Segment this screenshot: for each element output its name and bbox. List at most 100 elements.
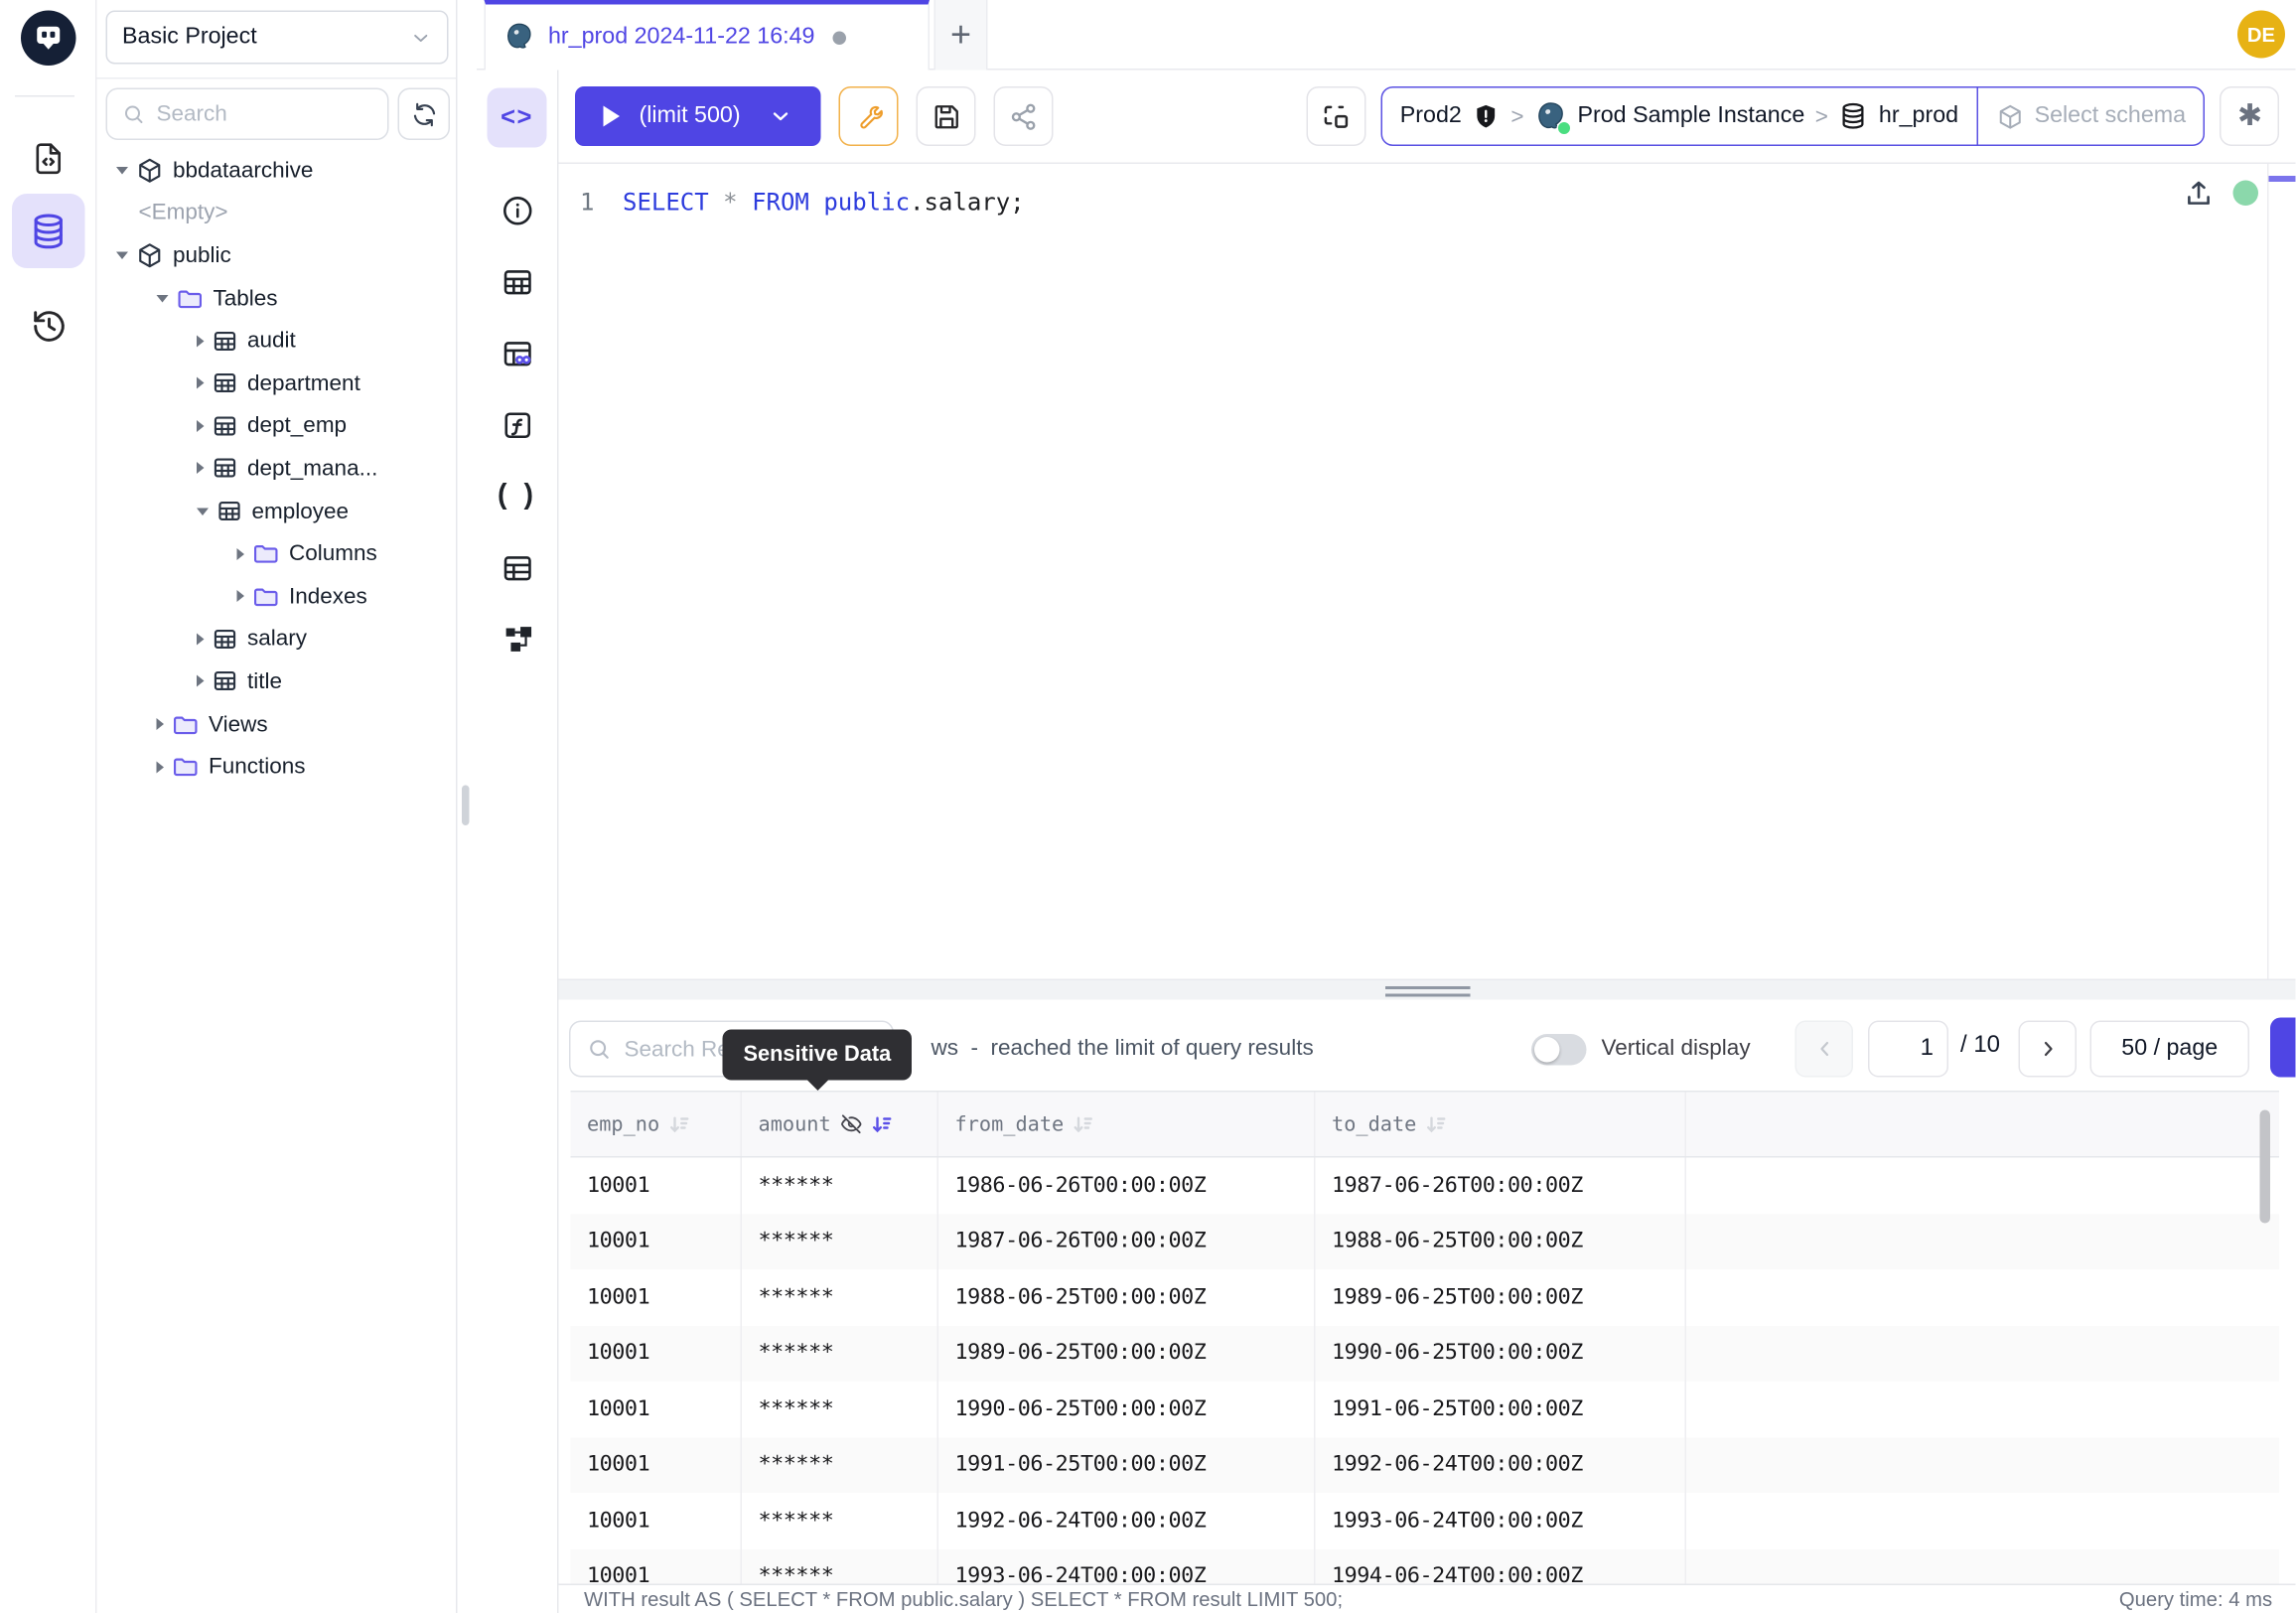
table-row[interactable]: 10001******1992-06-24T00:00:00Z1993-06-2… — [571, 1493, 2280, 1548]
cell-empty[interactable] — [1686, 1382, 2279, 1437]
caret-right-icon[interactable] — [197, 675, 205, 687]
cell-to_date[interactable]: 1990-06-25T00:00:00Z — [1316, 1325, 1687, 1381]
sql-editor[interactable]: 1 SELECT * FROM public.salary; — [559, 164, 2296, 979]
table-row[interactable]: 10001******1989-06-25T00:00:00Z1990-06-2… — [571, 1325, 2280, 1381]
tree-item-tables[interactable]: Tables — [97, 277, 457, 320]
tree-item-bbdataarchive[interactable]: bbdataarchive — [97, 149, 457, 192]
cell-empty[interactable] — [1686, 1325, 2279, 1381]
tree-item-dept-mana[interactable]: dept_mana... — [97, 447, 457, 490]
run-options-chevron-icon[interactable] — [769, 104, 792, 128]
sort-icon[interactable] — [1073, 1113, 1093, 1134]
cell-from_date[interactable]: 1990-06-25T00:00:00Z — [938, 1382, 1316, 1437]
cell-from_date[interactable]: 1989-06-25T00:00:00Z — [938, 1325, 1316, 1381]
cell-amount[interactable]: ****** — [742, 1269, 938, 1325]
column-header-emp_no[interactable]: emp_no — [571, 1093, 743, 1157]
caret-right-icon[interactable] — [197, 633, 205, 645]
cell-to_date[interactable]: 1993-06-24T00:00:00Z — [1316, 1493, 1687, 1548]
sidebar-search[interactable] — [106, 88, 389, 141]
page-number-input[interactable]: 1 — [1868, 1021, 1948, 1078]
sort-icon[interactable] — [871, 1113, 892, 1134]
schema-diagram-panel-button[interactable] — [488, 604, 547, 675]
cell-to_date[interactable]: 1988-06-25T00:00:00Z — [1316, 1214, 1687, 1269]
cell-emp_no[interactable]: 10001 — [571, 1158, 743, 1214]
cell-amount[interactable]: ****** — [742, 1214, 938, 1269]
caret-right-icon[interactable] — [197, 335, 205, 347]
save-sheet-button[interactable] — [917, 86, 976, 146]
refresh-schema-button[interactable] — [398, 88, 451, 141]
page-size-select[interactable]: 50 / page — [2090, 1021, 2250, 1078]
tree-item-dept-emp[interactable]: dept_emp — [97, 404, 457, 447]
schema-select[interactable]: Select schema — [1976, 88, 2204, 145]
tree-item-empty[interactable]: <Empty> — [97, 192, 457, 234]
tables-panel-button[interactable] — [488, 246, 547, 318]
cell-amount[interactable]: ****** — [742, 1325, 938, 1381]
cell-empty[interactable] — [1686, 1437, 2279, 1493]
rail-item-database[interactable] — [12, 194, 85, 268]
cell-emp_no[interactable]: 10001 — [571, 1548, 743, 1583]
cell-from_date[interactable]: 1987-06-26T00:00:00Z — [938, 1214, 1316, 1269]
caret-right-icon[interactable] — [157, 761, 165, 773]
export-button[interactable] — [2270, 1018, 2296, 1078]
cell-amount[interactable]: ****** — [742, 1158, 938, 1214]
cell-emp_no[interactable]: 10001 — [571, 1437, 743, 1493]
cell-empty[interactable] — [1686, 1493, 2279, 1548]
panel-resize-handle[interactable] — [559, 979, 2296, 1000]
table-row[interactable]: 10001******1987-06-26T00:00:00Z1988-06-2… — [571, 1214, 2280, 1269]
caret-down-icon[interactable] — [116, 251, 128, 259]
share-sheet-button[interactable] — [994, 86, 1054, 146]
user-avatar[interactable]: DE — [2237, 11, 2285, 59]
caret-right-icon[interactable] — [237, 590, 245, 602]
cell-amount[interactable]: ****** — [742, 1382, 938, 1437]
cell-to_date[interactable]: 1987-06-26T00:00:00Z — [1316, 1158, 1687, 1214]
caret-down-icon[interactable] — [157, 294, 169, 302]
tree-item-title[interactable]: title — [97, 660, 457, 703]
new-tab-button[interactable]: + — [934, 0, 988, 71]
caret-right-icon[interactable] — [197, 377, 205, 389]
upload-sql-icon[interactable] — [2183, 178, 2216, 211]
cell-from_date[interactable]: 1991-06-25T00:00:00Z — [938, 1437, 1316, 1493]
table-search-panel-button[interactable] — [488, 318, 547, 389]
tab-hr-prod[interactable]: hr_prod 2024-11-22 16:49 — [485, 0, 931, 71]
cell-empty[interactable] — [1686, 1548, 2279, 1583]
table-row[interactable]: 10001******1988-06-25T00:00:00Z1989-06-2… — [571, 1269, 2280, 1325]
info-panel-button[interactable] — [488, 175, 547, 246]
tree-item-employee[interactable]: employee — [97, 490, 457, 532]
tree-item-indexes[interactable]: Indexes — [97, 575, 457, 618]
table-row[interactable]: 10001******1986-06-26T00:00:00Z1987-06-2… — [571, 1158, 2280, 1214]
functions-panel-button[interactable] — [488, 389, 547, 461]
cell-amount[interactable]: ****** — [742, 1493, 938, 1548]
project-select[interactable]: Basic Project — [106, 11, 449, 65]
run-query-button[interactable]: (limit 500) — [575, 86, 821, 146]
cell-emp_no[interactable]: 10001 — [571, 1493, 743, 1548]
vertical-display-toggle[interactable] — [1531, 1034, 1587, 1066]
tree-item-audit[interactable]: audit — [97, 320, 457, 363]
sort-icon[interactable] — [668, 1113, 689, 1134]
connection-context[interactable]: Prod2 > Prod Sample Instance > — [1382, 88, 1976, 145]
caret-right-icon[interactable] — [157, 718, 165, 730]
cell-emp_no[interactable]: 10001 — [571, 1325, 743, 1381]
cell-to_date[interactable]: 1991-06-25T00:00:00Z — [1316, 1382, 1687, 1437]
sidebar-search-input[interactable] — [157, 101, 373, 127]
cell-emp_no[interactable]: 10001 — [571, 1214, 743, 1269]
tree-item-department[interactable]: department — [97, 362, 457, 404]
cell-empty[interactable] — [1686, 1158, 2279, 1214]
procedures-panel-button[interactable]: ( ) — [488, 461, 547, 532]
table-scrollbar-thumb[interactable] — [2260, 1110, 2271, 1224]
column-header-from_date[interactable]: from_date — [938, 1093, 1316, 1157]
sidebar-resize-handle[interactable] — [462, 786, 469, 826]
cell-empty[interactable] — [1686, 1214, 2279, 1269]
cell-emp_no[interactable]: 10001 — [571, 1269, 743, 1325]
next-page-button[interactable] — [2019, 1021, 2078, 1078]
tree-item-columns[interactable]: Columns — [97, 532, 457, 575]
tree-item-functions[interactable]: Functions — [97, 745, 457, 788]
tree-item-salary[interactable]: salary — [97, 618, 457, 660]
table-row[interactable]: 10001******1991-06-25T00:00:00Z1992-06-2… — [571, 1437, 2280, 1493]
caret-right-icon[interactable] — [197, 420, 205, 432]
column-header-to_date[interactable]: to_date — [1316, 1093, 1687, 1157]
ai-assistant-button[interactable]: ✱ — [2221, 86, 2280, 146]
bytebase-logo-icon[interactable] — [21, 11, 76, 67]
caret-right-icon[interactable] — [237, 547, 245, 559]
cell-to_date[interactable]: 1994-06-24T00:00:00Z — [1316, 1548, 1687, 1583]
external-tables-panel-button[interactable] — [488, 532, 547, 604]
cell-empty[interactable] — [1686, 1269, 2279, 1325]
